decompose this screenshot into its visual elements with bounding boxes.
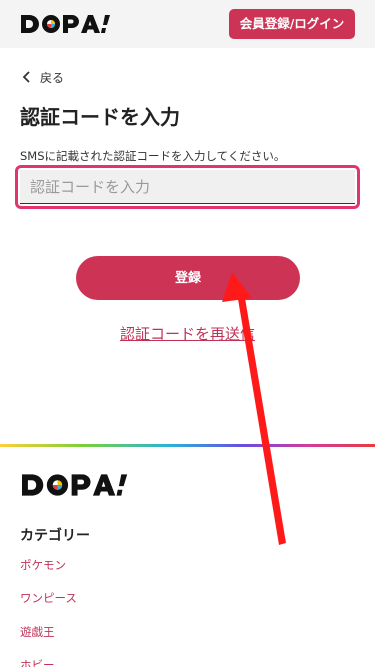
footer-dopa-logo[interactable] bbox=[19, 472, 129, 498]
category-link-onepiece[interactable]: ワンピース bbox=[20, 590, 77, 606]
back-label: 戻る bbox=[40, 70, 65, 85]
page-title: 認証コードを入力 bbox=[20, 105, 180, 129]
category-heading: カテゴリー bbox=[20, 528, 90, 544]
verification-code-input[interactable] bbox=[20, 170, 355, 204]
page: 会員登録/ログイン 戻る 認証コードを入力 SMSに記載された認証コードを入力し… bbox=[0, 0, 375, 667]
register-button[interactable]: 登録 bbox=[76, 256, 300, 300]
resend-code-link[interactable]: 認証コードを再送信 bbox=[0, 323, 375, 344]
category-link-pokemon[interactable]: ポケモン bbox=[20, 557, 66, 573]
category-link-yugioh[interactable]: 遊戯王 bbox=[20, 624, 55, 640]
signup-login-button[interactable]: 会員登録/ログイン bbox=[229, 9, 355, 39]
back-link[interactable]: 戻る bbox=[20, 68, 64, 86]
code-input-highlight bbox=[15, 165, 360, 209]
instruction-text: SMSに記載された認証コードを入力してください。 bbox=[20, 149, 286, 163]
header: 会員登録/ログイン bbox=[0, 0, 375, 48]
rainbow-divider bbox=[0, 444, 375, 447]
chevron-left-icon bbox=[22, 71, 30, 83]
category-link-hobby[interactable]: ホビー bbox=[20, 657, 55, 667]
dopa-logo[interactable] bbox=[19, 13, 111, 35]
footer: カテゴリー ポケモン ワンピース 遊戯王 ホビー bbox=[0, 444, 375, 667]
